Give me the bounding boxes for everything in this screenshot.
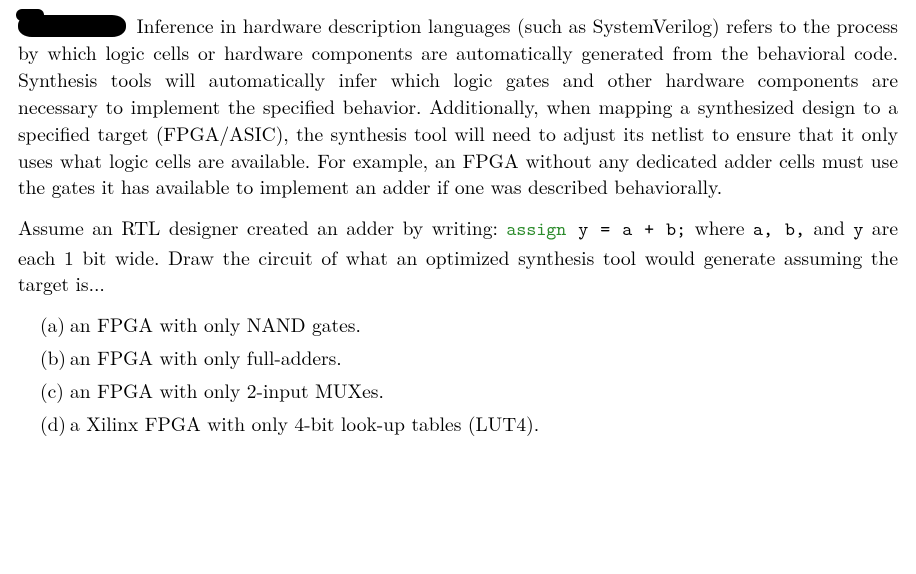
item-marker: (d) xyxy=(40,410,66,437)
list-item: (b) an FPGA with only full-adders. xyxy=(40,344,898,371)
intro-text: Inference in hardware description langua… xyxy=(18,11,898,200)
item-text: an FPGA with only 2-input MUXes. xyxy=(70,376,384,404)
code-rest: y = a + b; xyxy=(566,217,686,242)
list-item: (a) an FPGA with only NAND gates. xyxy=(40,311,898,338)
code-var-y: y xyxy=(853,217,863,242)
item-text: an FPGA with only full-adders. xyxy=(70,343,342,371)
setup-post1: where xyxy=(686,213,753,241)
setup-pre: Assume an RTL designer created an adder … xyxy=(18,213,506,241)
setup-post2: and xyxy=(805,213,853,241)
parts-list: (a) an FPGA with only NAND gates. (b) an… xyxy=(18,311,898,437)
item-marker: (c) xyxy=(40,377,64,404)
code-vars-ab: a, b, xyxy=(753,217,805,242)
code-keyword: assign xyxy=(506,217,566,242)
item-marker: (a) xyxy=(40,311,65,338)
list-item: (c) an FPGA with only 2-input MUXes. xyxy=(40,377,898,404)
intro-paragraph: Inference in hardware description langua… xyxy=(18,12,898,200)
item-text: an FPGA with only NAND gates. xyxy=(70,310,361,338)
redaction-mark xyxy=(18,15,126,37)
item-marker: (b) xyxy=(40,344,66,371)
list-item: (d) a Xilinx FPGA with only 4-bit look-u… xyxy=(40,410,898,437)
item-text: a Xilinx FPGA with only 4-bit look-up ta… xyxy=(70,409,539,437)
setup-paragraph: Assume an RTL designer created an adder … xyxy=(18,214,898,297)
